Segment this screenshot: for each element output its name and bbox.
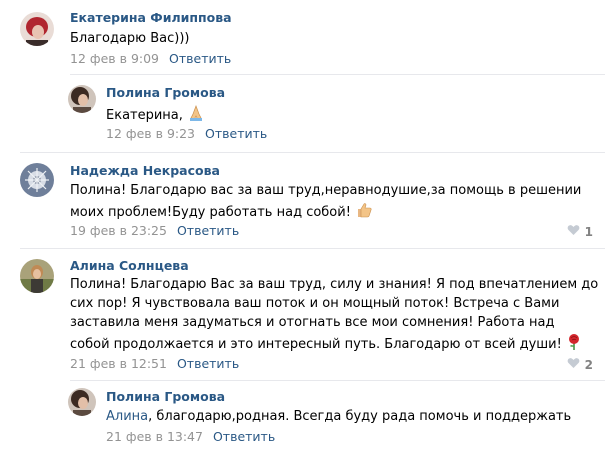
comment-text: моих проблем!Буду работать над собой! — [70, 201, 373, 225]
comment-meta: 19 фев в 23:25 Ответить — [70, 223, 239, 238]
avatar[interactable] — [68, 85, 96, 113]
comment-text: собой продолжается и это интересный путь… — [70, 333, 582, 357]
heart-icon — [567, 224, 580, 239]
comment-meta: 12 фев в 9:23 Ответить — [106, 126, 267, 141]
like-button[interactable]: 2 — [567, 357, 593, 372]
divider — [20, 152, 605, 153]
mention-link[interactable]: Алина — [106, 409, 148, 424]
comment-text-content: Екатерина, — [106, 108, 183, 123]
comment-meta: 12 фев в 9:09 Ответить — [70, 51, 231, 66]
comment-text: Полина! Благодарю Вас за ваш труд, силу … — [70, 277, 599, 292]
comment-date[interactable]: 21 фев в 12:51 — [70, 356, 167, 371]
avatar[interactable] — [68, 388, 96, 416]
comment-date[interactable]: 12 фев в 9:23 — [106, 126, 195, 141]
reply-button[interactable]: Ответить — [177, 356, 239, 371]
comment-date[interactable]: 19 фев в 23:25 — [70, 223, 167, 238]
comment-date[interactable]: 12 фев в 9:09 — [70, 51, 159, 66]
comment-text: Полина! Благодарю вас за ваш труд,неравн… — [70, 183, 582, 198]
author-name[interactable]: Екатерина Филиппова — [70, 10, 232, 25]
comment-meta: 21 фев в 12:51 Ответить — [70, 356, 239, 371]
comment-text: заставила меня задуматься и отогнать все… — [70, 315, 555, 330]
comment-text: Алина, благодарю,родная. Всегда буду рад… — [106, 408, 571, 426]
praying-hands-icon — [187, 104, 205, 128]
author-name[interactable]: Полина Громова — [106, 389, 225, 404]
comment-text: Благодарю Вас))) — [70, 31, 190, 46]
heart-icon — [567, 357, 580, 372]
like-button[interactable]: 1 — [567, 224, 593, 239]
like-count: 1 — [584, 224, 593, 239]
reply-button[interactable]: Ответить — [169, 51, 231, 66]
reply-button[interactable]: Ответить — [177, 223, 239, 238]
author-name[interactable]: Надежда Некрасова — [70, 163, 220, 178]
divider — [70, 74, 605, 75]
comment-meta: 21 фев в 13:47 Ответить — [106, 429, 275, 444]
comment-text-content: собой продолжается и это интересный путь… — [70, 337, 562, 352]
thumbs-up-icon — [355, 201, 373, 225]
rose-icon — [566, 333, 582, 357]
reply-button[interactable]: Ответить — [205, 126, 267, 141]
avatar[interactable] — [20, 259, 54, 293]
comment-text: Екатерина, — [106, 104, 205, 128]
comment-text-content: , благодарю,родная. Всегда буду рада пом… — [148, 409, 572, 424]
reply-button[interactable]: Ответить — [213, 429, 275, 444]
like-count: 2 — [584, 357, 593, 372]
avatar[interactable] — [20, 163, 54, 197]
author-name[interactable]: Полина Громова — [106, 85, 225, 100]
divider — [20, 248, 605, 249]
comment-date[interactable]: 21 фев в 13:47 — [106, 429, 203, 444]
avatar[interactable] — [20, 12, 54, 46]
divider — [70, 380, 605, 381]
author-name[interactable]: Алина Солнцева — [70, 258, 189, 273]
comment-text-content: моих проблем!Буду работать над собой! — [70, 205, 351, 220]
comment-text: сих пор! Я чувствовала ваш поток и он мо… — [70, 296, 560, 311]
